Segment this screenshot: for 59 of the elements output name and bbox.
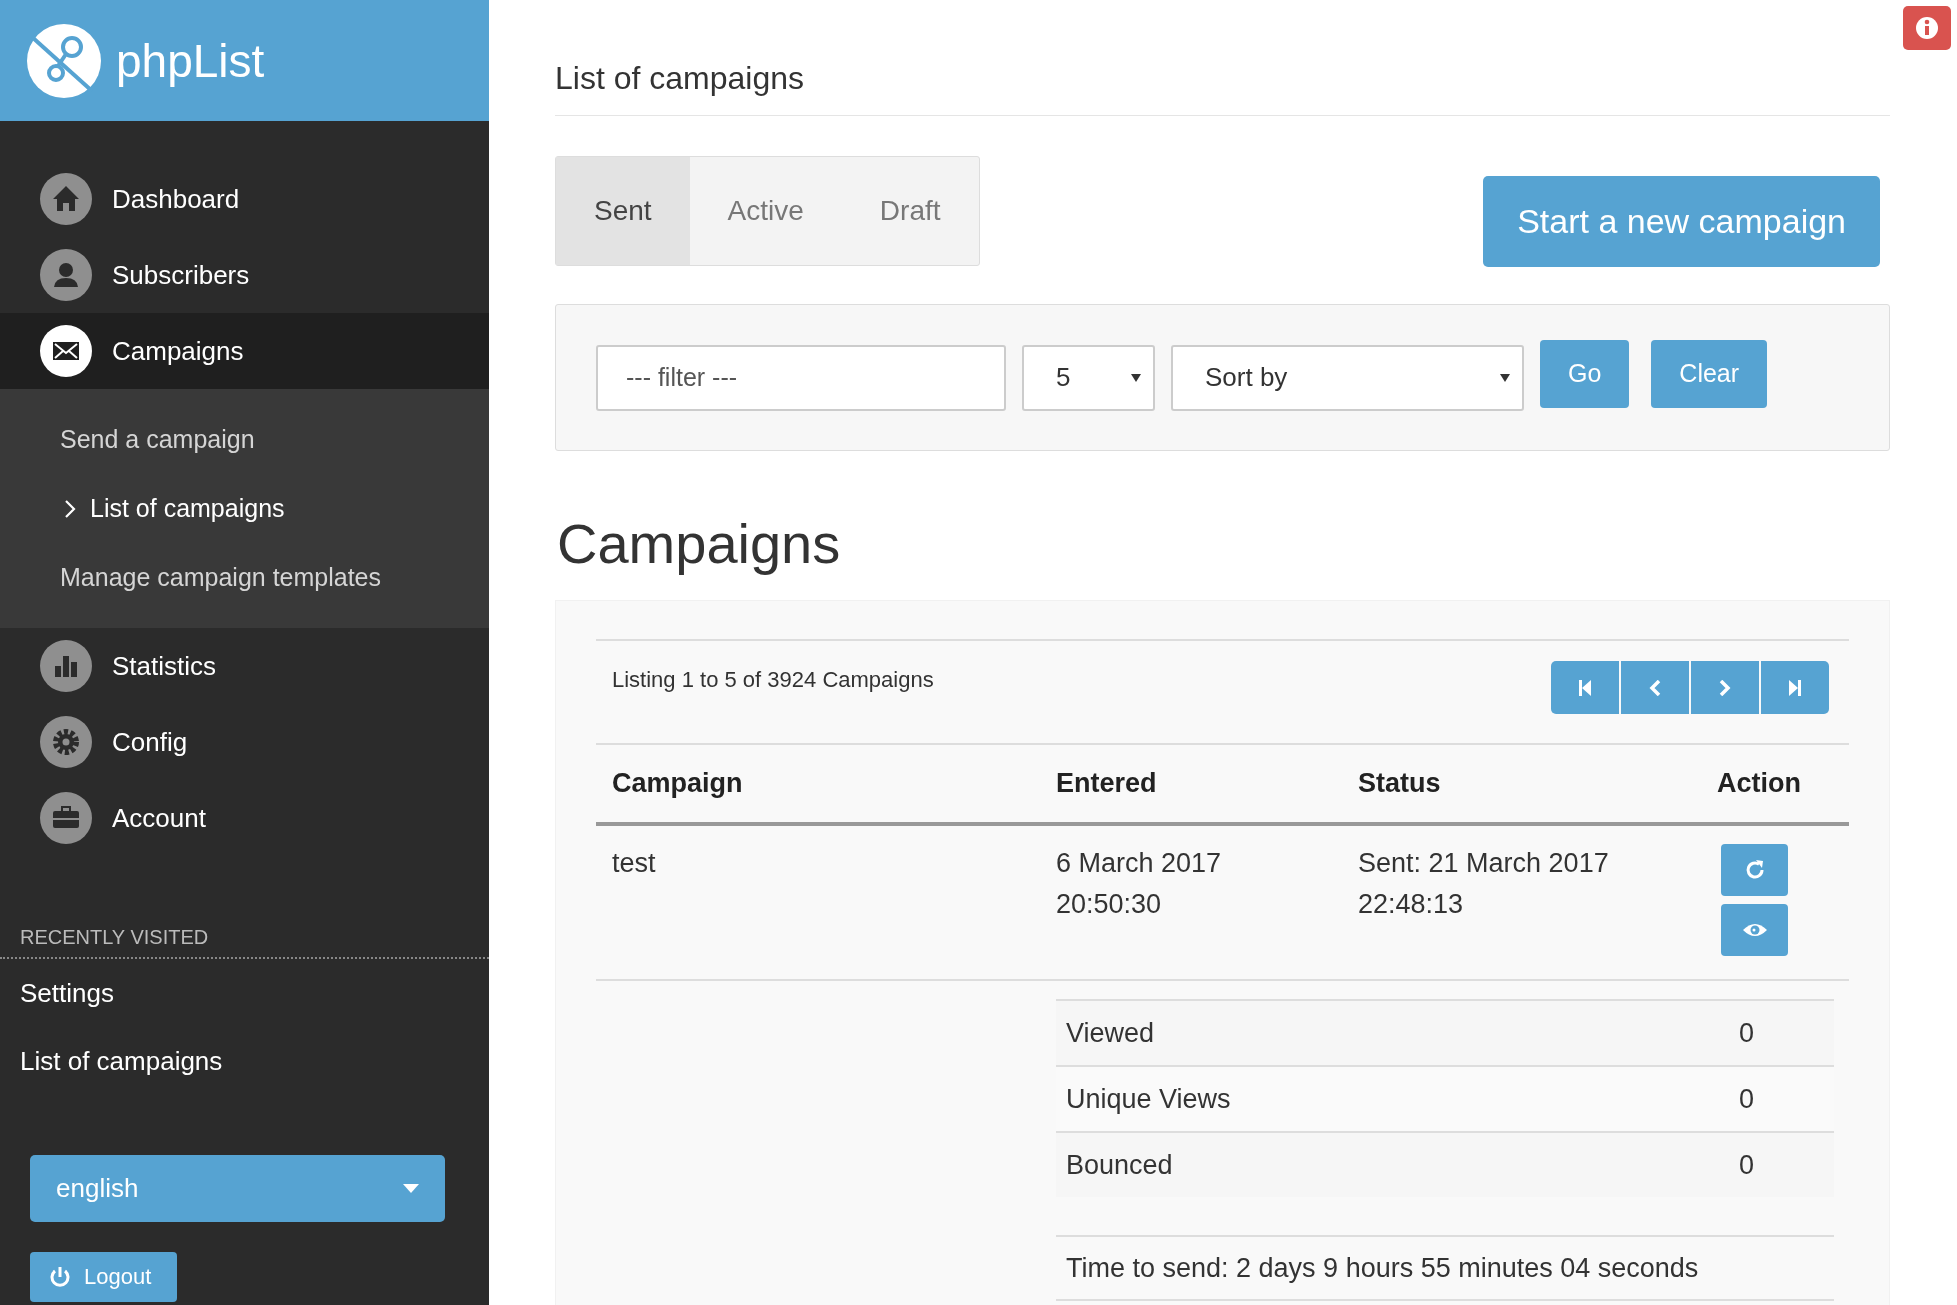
gear-icon: [40, 716, 92, 768]
page-size-select[interactable]: 5: [1022, 344, 1155, 411]
tab[interactable]: Sent: [556, 157, 690, 265]
stat-value: 0: [1738, 1017, 1754, 1049]
stat-label: Unique Views: [1066, 1083, 1231, 1115]
column-header: Action: [1717, 768, 1802, 799]
column-header: Entered: [1056, 768, 1158, 799]
stat-label: Bounced: [1066, 1149, 1173, 1181]
nav-item[interactable]: Campaigns: [0, 313, 489, 389]
nav-item[interactable]: Subscribers: [0, 237, 489, 313]
first-page-icon: [1578, 679, 1592, 696]
sort-select[interactable]: Sort by: [1171, 344, 1524, 411]
filter-input[interactable]: --- filter ---: [596, 344, 1006, 411]
section-heading: Campaigns: [557, 511, 842, 576]
page-title: List of campaigns: [555, 0, 1890, 116]
power-icon: [48, 1265, 72, 1289]
nav-item[interactable]: Statistics: [0, 628, 489, 704]
entered-date: 6 March 2017: [1056, 848, 1223, 879]
submenu-item[interactable]: Manage campaign templates: [0, 543, 489, 612]
tab[interactable]: Draft: [841, 157, 979, 265]
pager-button[interactable]: [1761, 661, 1829, 714]
status-text: 22:48:13: [1358, 889, 1465, 920]
logo-icon: [26, 22, 102, 99]
tab[interactable]: Active: [689, 157, 842, 265]
envelope-icon: [40, 325, 92, 377]
status-text: Sent: 21 March 2017: [1358, 848, 1610, 879]
campaign-name: test: [612, 848, 657, 880]
view-button[interactable]: [1721, 904, 1788, 956]
caret-icon: [403, 1184, 419, 1193]
submenu-item[interactable]: List of campaigns: [0, 474, 489, 543]
info-icon[interactable]: [1903, 6, 1951, 50]
briefcase-icon: [40, 792, 92, 844]
chevron-right-icon: [64, 498, 76, 519]
caret-icon: [1131, 373, 1141, 382]
chevron-right-icon: [1719, 679, 1731, 696]
bar-chart-icon: [40, 640, 92, 692]
user-icon: [40, 249, 92, 301]
home-icon: [40, 173, 92, 225]
nav-item[interactable]: Dashboard: [0, 161, 489, 237]
entered-date: 20:50:30: [1056, 889, 1163, 920]
submenu-item[interactable]: Send a campaign: [0, 405, 489, 474]
nav-item[interactable]: Account: [0, 780, 489, 856]
stat-value: 0: [1738, 1149, 1754, 1181]
column-header: Campaign: [612, 768, 744, 799]
column-header: Status: [1358, 768, 1442, 799]
logo-text: phpList: [116, 33, 265, 88]
nav-item[interactable]: Config: [0, 704, 489, 780]
listing-count: Listing 1 to 5 of 3924 Campaigns: [612, 666, 934, 694]
pager-button[interactable]: [1551, 661, 1619, 714]
chevron-left-icon: [1649, 679, 1661, 696]
eye-icon: [1741, 922, 1768, 938]
stat-label: Viewed: [1066, 1017, 1155, 1049]
time-to-send: Time to send: 2 days 9 hours 55 minutes 04 seconds: [1056, 1235, 1834, 1301]
stat-value: 0: [1738, 1083, 1754, 1115]
recent-link[interactable]: Settings: [0, 959, 489, 1027]
recent-link[interactable]: List of campaigns: [0, 1027, 489, 1095]
caret-icon: [1500, 373, 1510, 382]
last-page-icon: [1788, 679, 1802, 696]
resend-button[interactable]: [1721, 844, 1788, 896]
